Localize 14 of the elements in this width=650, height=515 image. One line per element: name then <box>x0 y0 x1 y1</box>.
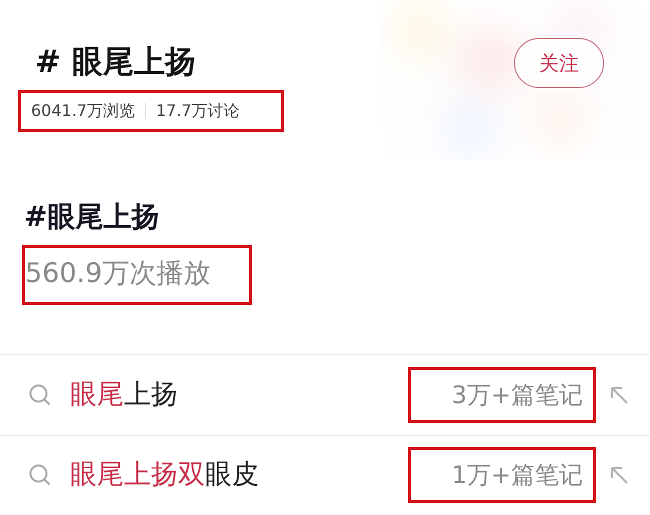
follow-button[interactable]: 关注 <box>514 38 604 88</box>
arrow-up-left-icon[interactable] <box>608 384 630 406</box>
topic-title: # 眼尾上扬 <box>34 43 197 82</box>
play-count: 560.9万次播放 <box>22 244 252 305</box>
note-count: 3万+篇笔记 <box>408 367 596 423</box>
note-count: 1万+篇笔记 <box>408 447 596 504</box>
discussion-count: 17.7万讨论 <box>156 100 240 122</box>
search-icon <box>28 383 52 407</box>
search-icon <box>28 463 52 488</box>
suggestion-text[interactable]: 眼尾上扬双眼皮 <box>70 455 259 496</box>
video-topic-title: #眼尾上扬 <box>23 198 160 235</box>
arrow-up-left-icon[interactable] <box>608 464 630 486</box>
views-count: 6041.7万浏览 <box>31 100 135 122</box>
suggestion-text[interactable]: 眼尾上扬 <box>70 374 178 416</box>
